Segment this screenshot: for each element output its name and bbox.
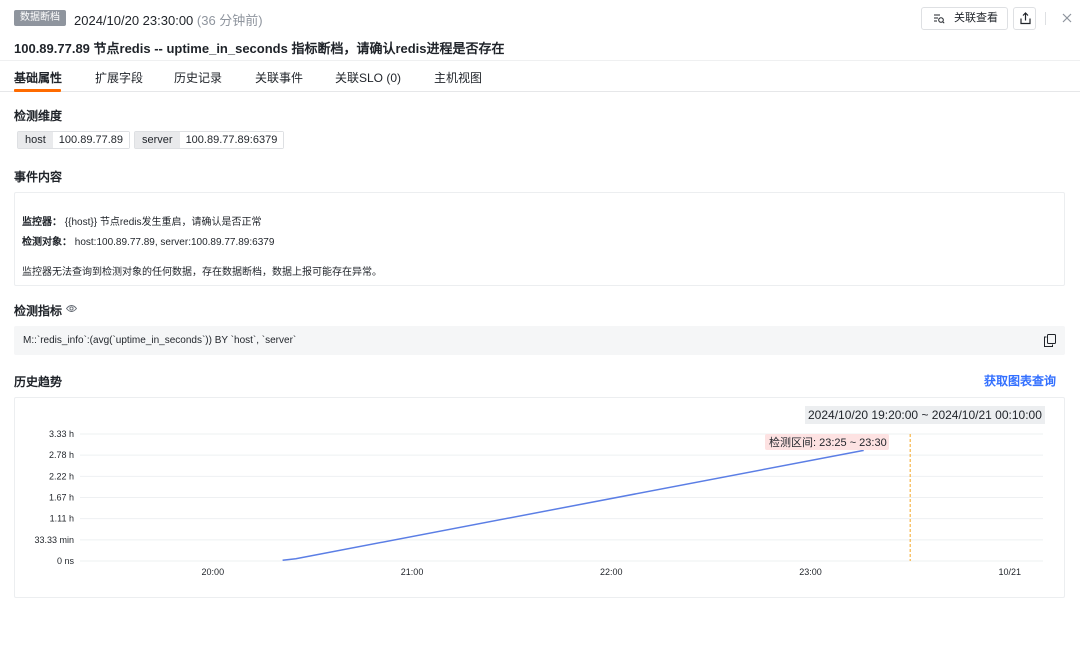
- y-tick-label: 33.33 min: [34, 535, 74, 545]
- y-tick-label: 3.33 h: [49, 429, 74, 439]
- y-tick-label: 2.78 h: [49, 450, 74, 460]
- series-line: [282, 449, 864, 561]
- detect-window-label: 检测区间: 23:25 ~ 23:30: [769, 435, 887, 449]
- x-tick-label: 23:00: [799, 567, 822, 577]
- y-tick-label: 2.22 h: [49, 471, 74, 481]
- x-tick-label: 22:00: [600, 567, 623, 577]
- history-chart: 0 ns 33.33 min 1.11 h 1.67 h 2.22 h 2.78 h 3.3…: [34, 429, 1043, 577]
- x-tick-label: 10/21: [999, 567, 1022, 577]
- x-tick-label: 20:00: [202, 567, 225, 577]
- x-tick-label: 21:00: [401, 567, 424, 577]
- y-tick-label: 1.11 h: [50, 514, 74, 524]
- y-tick-label: 0 ns: [57, 556, 75, 566]
- y-tick-label: 1.67 h: [49, 493, 74, 503]
